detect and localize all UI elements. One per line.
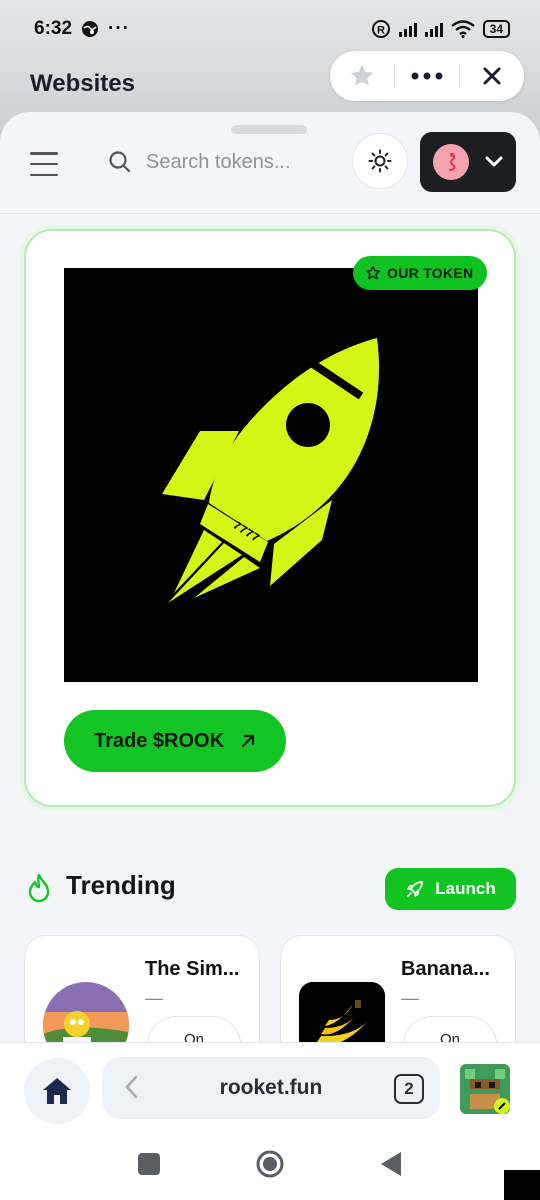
home-button[interactable] — [24, 1058, 90, 1124]
recents-square-icon[interactable] — [137, 1152, 161, 1176]
browser-title: Websites — [30, 70, 135, 97]
trending-header: Trending Launch — [24, 864, 516, 912]
flamingo-icon — [448, 152, 456, 172]
token-image[interactable]: 7777 — [64, 268, 478, 682]
home-circle-icon[interactable] — [255, 1149, 285, 1179]
vpn-globe-icon — [82, 21, 99, 37]
more-dots-icon — [411, 72, 443, 80]
launch-button-label: Launch — [435, 879, 496, 898]
favorite-button[interactable] — [330, 51, 394, 101]
search-icon — [109, 151, 131, 173]
featured-token-card: 7777 OUR TOKEN Trade $ROOK — [24, 229, 516, 807]
token-subtitle: — — [401, 988, 419, 1008]
flame-icon — [28, 873, 50, 903]
chevron-down-icon — [485, 156, 503, 167]
browser-action-pill — [330, 51, 524, 101]
system-nav-bar — [0, 1140, 540, 1200]
arrow-up-right-icon — [241, 734, 255, 748]
svg-text:R: R — [377, 25, 385, 37]
launch-button[interactable]: Launch — [385, 868, 516, 910]
menu-button[interactable] — [30, 152, 58, 176]
header-divider — [0, 213, 540, 214]
status-time: 6:32 — [34, 18, 73, 39]
rocket-icon: 7777 — [162, 338, 380, 603]
trade-token-button[interactable]: Trade $ROOK — [64, 710, 286, 772]
avatar — [433, 144, 469, 180]
registered-icon: R — [371, 20, 390, 38]
more-options-button[interactable] — [395, 51, 459, 101]
search-input[interactable] — [146, 150, 316, 174]
rocket-small-icon — [407, 881, 424, 897]
status-bar: 6:32 ··· R 34 — [0, 0, 540, 58]
tabs-button[interactable]: 2 — [394, 1074, 424, 1104]
star-icon — [350, 64, 374, 86]
star-outline-icon — [365, 265, 381, 280]
wifi-icon — [450, 20, 475, 38]
trade-button-label: Trade $ROOK — [93, 729, 225, 752]
signal-icon-2 — [424, 21, 443, 37]
url-text: rooket.fun — [219, 1076, 323, 1099]
status-more-dots: ··· — [108, 18, 131, 39]
signal-icon — [398, 21, 417, 37]
close-icon — [483, 67, 501, 85]
web-content-sheet: 7777 OUR TOKEN Trade $ROOK Trending Laun… — [0, 112, 540, 1072]
badge-label: OUR TOKEN — [387, 265, 474, 281]
trending-title: Trending — [66, 870, 176, 900]
browser-bottom-bar: rooket.fun 2 — [0, 1042, 540, 1140]
corner-mark — [504, 1170, 540, 1200]
address-bar[interactable]: rooket.fun 2 — [102, 1057, 440, 1119]
pixel-avatar-icon — [460, 1064, 510, 1114]
search-bar[interactable] — [108, 136, 338, 188]
token-name: Banana... — [401, 958, 490, 980]
our-token-badge: OUR TOKEN — [353, 256, 488, 290]
close-button[interactable] — [460, 51, 524, 101]
sheet-drag-handle[interactable] — [231, 125, 307, 134]
back-triangle-icon[interactable] — [379, 1151, 403, 1177]
hamburger-icon — [30, 152, 58, 155]
account-dropdown-button[interactable] — [420, 132, 516, 192]
extension-button[interactable] — [460, 1064, 510, 1114]
theme-toggle-button[interactable] — [352, 133, 408, 189]
sun-icon — [368, 149, 392, 173]
token-subtitle: — — [145, 988, 163, 1008]
token-name: The Sim... — [145, 958, 240, 980]
home-icon — [43, 1078, 71, 1104]
battery-icon: 34 — [482, 20, 510, 38]
